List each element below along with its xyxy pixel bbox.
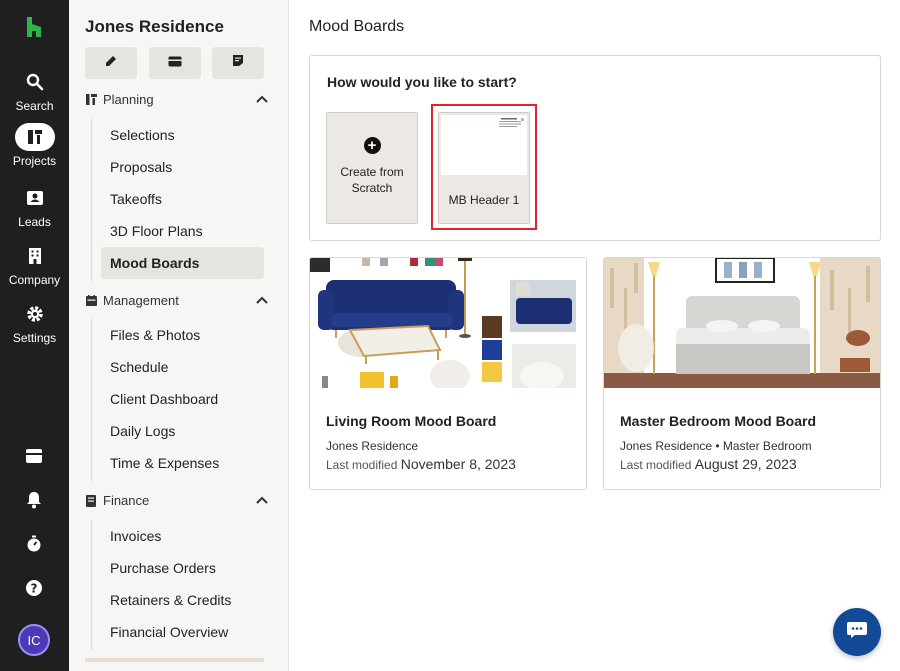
note-icon	[232, 54, 244, 72]
help-icon[interactable]: ?	[22, 576, 46, 600]
sidebar-item-files-photos[interactable]: Files & Photos	[101, 319, 264, 351]
app-rail: Search Projects Leads Company Settings ?	[0, 0, 69, 671]
modified-date: August 29, 2023	[694, 456, 797, 472]
plus-circle-icon: +	[363, 137, 381, 154]
tree-line	[91, 319, 92, 481]
sidebar-item-purchase-orders[interactable]: Purchase Orders	[101, 552, 264, 584]
chat-bubble-icon	[846, 620, 868, 645]
section-management[interactable]: Management	[85, 293, 269, 308]
section-planning[interactable]: Planning	[85, 92, 269, 107]
sidebar-item-mood-boards[interactable]: Mood Boards	[101, 247, 264, 279]
living-room-thumbnail	[310, 258, 586, 392]
sidebar-scroll-shadow	[85, 658, 264, 662]
sidebar-item-daily-logs[interactable]: Daily Logs	[101, 415, 264, 447]
bell-icon[interactable]	[22, 488, 46, 512]
note-button[interactable]	[212, 47, 264, 79]
section-label-finance: Finance	[103, 493, 150, 508]
message-icon	[168, 54, 182, 72]
mood-board-card-living-room[interactable]: Living Room Mood Board Jones Residence L…	[309, 257, 587, 490]
board-subtitle: Jones Residence • Master Bedroom	[620, 439, 812, 453]
tree-line	[91, 520, 92, 650]
finance-icon	[85, 494, 97, 507]
sidebar-item-schedule[interactable]: Schedule	[101, 351, 264, 383]
gear-icon	[15, 300, 55, 328]
main-content: Mood Boards How would you like to start?…	[289, 0, 900, 671]
tree-line	[91, 119, 92, 281]
scratch-label-line1: Create from	[340, 165, 404, 179]
sidebar-item-selections[interactable]: Selections	[101, 119, 264, 151]
chat-button[interactable]	[833, 608, 881, 656]
board-subtitle: Jones Residence	[326, 439, 419, 453]
houzz-logo-icon[interactable]	[24, 16, 44, 38]
project-title: Jones Residence	[85, 17, 224, 36]
svg-text:?: ?	[31, 582, 38, 596]
section-label-management: Management	[103, 293, 179, 308]
start-panel: How would you like to start? + Create fr…	[309, 55, 881, 241]
planning-icon	[85, 94, 97, 106]
company-icon	[15, 242, 55, 270]
mood-board-card-master-bedroom[interactable]: Master Bedroom Mood Board Jones Residenc…	[603, 257, 881, 490]
create-from-scratch-button[interactable]: + Create from Scratch	[326, 112, 418, 224]
edit-button[interactable]	[85, 47, 137, 79]
rail-item-leads[interactable]: Leads	[0, 184, 69, 229]
edit-icon	[105, 54, 117, 72]
chevron-up-icon[interactable]	[255, 92, 269, 106]
master-bedroom-thumbnail	[604, 258, 880, 388]
sidebar-item-3d-floor-plans[interactable]: 3D Floor Plans	[101, 215, 264, 247]
rail-label-settings: Settings	[12, 331, 57, 345]
inbox-icon[interactable]	[22, 444, 46, 468]
management-icon	[85, 295, 97, 307]
rail-item-search[interactable]: Search	[0, 68, 69, 113]
sidebar-item-financial-overview[interactable]: Financial Overview	[101, 616, 264, 648]
board-name: Master Bedroom Mood Board	[620, 413, 817, 429]
project-sidebar: Jones Residence Planning Selections Prop…	[69, 0, 289, 671]
rail-label-projects: Projects	[12, 154, 57, 168]
selection-highlight	[431, 104, 537, 230]
section-finance[interactable]: Finance	[85, 493, 269, 508]
modified-prefix: Last modified	[620, 458, 692, 472]
sidebar-item-client-dashboard[interactable]: Client Dashboard	[101, 383, 264, 415]
board-modified: Last modified November 8, 2023	[326, 456, 516, 472]
sidebar-item-invoices[interactable]: Invoices	[101, 520, 264, 552]
page-title: Mood Boards	[309, 18, 405, 35]
rail-label-company: Company	[8, 273, 61, 287]
sidebar-item-retainers-credits[interactable]: Retainers & Credits	[101, 584, 264, 616]
rail-item-company[interactable]: Company	[0, 242, 69, 287]
board-name: Living Room Mood Board	[326, 413, 497, 429]
chevron-up-icon[interactable]	[255, 293, 269, 307]
rail-label-leads: Leads	[18, 215, 51, 229]
search-icon	[15, 68, 55, 96]
create-from-scratch-label: Create from Scratch	[340, 164, 403, 196]
board-modified: Last modified August 29, 2023	[620, 456, 797, 472]
scratch-label-line2: Scratch	[351, 181, 393, 195]
sidebar-item-proposals[interactable]: Proposals	[101, 151, 264, 183]
projects-icon	[14, 123, 55, 151]
modified-date: November 8, 2023	[400, 456, 516, 472]
timer-icon[interactable]	[22, 532, 46, 556]
section-label-planning: Planning	[103, 92, 154, 107]
sidebar-item-takeoffs[interactable]: Takeoffs	[101, 183, 264, 215]
leads-icon	[15, 184, 55, 212]
modified-prefix: Last modified	[326, 458, 398, 472]
rail-label-search: Search	[15, 99, 54, 113]
message-button[interactable]	[149, 47, 201, 79]
start-question: How would you like to start?	[327, 74, 517, 90]
avatar[interactable]: IC	[18, 624, 50, 656]
sidebar-item-time-expenses[interactable]: Time & Expenses	[101, 447, 264, 479]
rail-item-projects[interactable]: Projects	[0, 123, 69, 168]
chevron-up-icon[interactable]	[255, 493, 269, 507]
rail-item-settings[interactable]: Settings	[0, 300, 69, 345]
